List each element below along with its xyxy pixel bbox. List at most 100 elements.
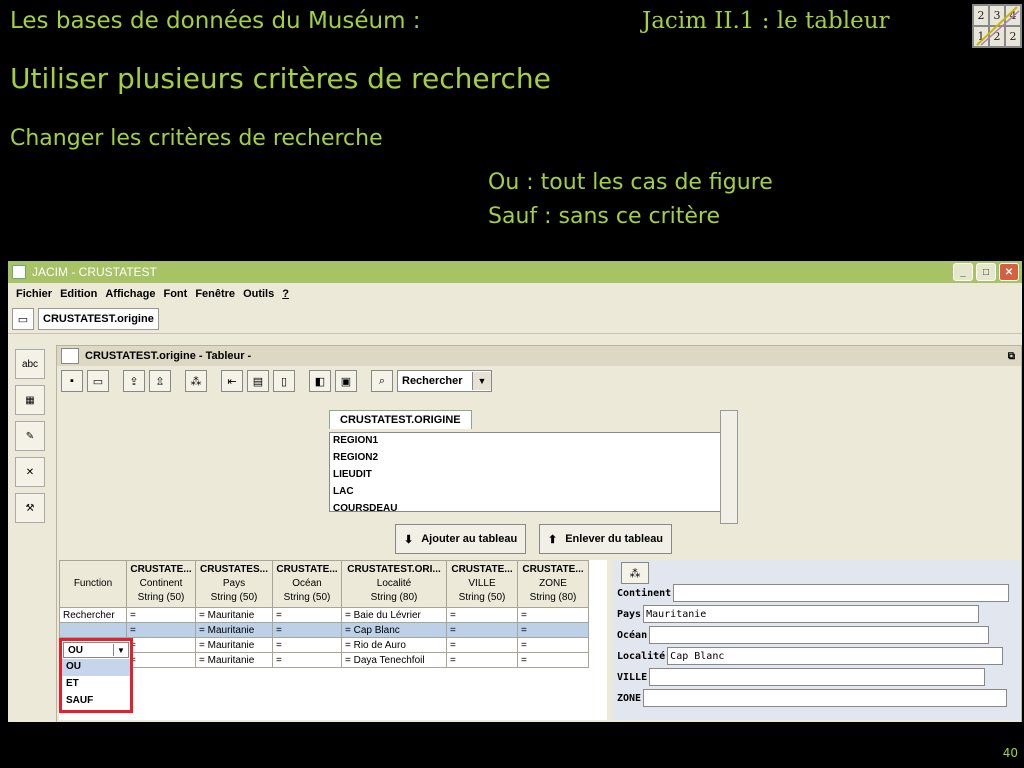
function-cell[interactable] (59, 622, 127, 638)
menu-edition[interactable]: Edition (60, 288, 97, 300)
ville-field[interactable] (649, 668, 986, 686)
arrow-down-icon: ⬇ (404, 533, 414, 546)
close-button[interactable]: ✕ (999, 263, 1019, 281)
column-header[interactable]: CRUSTATE... VILLE String (50) (446, 560, 518, 608)
search-mode-select[interactable]: Rechercher ▼ (397, 370, 492, 392)
zone-field[interactable] (643, 689, 1008, 707)
new-document-icon[interactable]: ▯ (273, 370, 295, 392)
table-row[interactable]: = = Mauritanie = = Daya Tenechfoil = = (59, 652, 589, 668)
abc-icon[interactable]: abc (15, 349, 45, 379)
column-header[interactable]: CRUSTATE... Océan String (50) (272, 560, 342, 608)
app-icon (12, 265, 26, 279)
menu-fenetre[interactable]: Fenêtre (195, 288, 235, 300)
window-titlebar[interactable]: JACIM - CRUSTATEST _ □ ✕ (8, 261, 1022, 283)
operator-dropdown[interactable]: OU ▼ OU ET SAUF (59, 638, 133, 713)
localite-field[interactable]: Cap Blanc (667, 647, 1004, 665)
chart-icon[interactable]: ◧ (309, 370, 331, 392)
form-label: VILLE (617, 671, 648, 683)
note-ou: Ou : tout les cas de figure (488, 170, 773, 195)
pays-field[interactable]: Mauritanie (643, 605, 980, 623)
export-icon[interactable]: ⇪ (123, 370, 145, 392)
tools-icon[interactable]: ✕ (15, 457, 45, 487)
table-cell[interactable]: = Rio de Auro (341, 637, 447, 653)
wrench-icon[interactable]: ⚒ (15, 493, 45, 523)
list-item[interactable]: COURSDEAU (330, 501, 720, 511)
table-cell[interactable]: = (446, 637, 518, 653)
tab-crustatest-origine[interactable]: CRUSTATEST.origine (38, 308, 159, 330)
table-cell[interactable]: = Cap Blanc (341, 622, 447, 638)
save-icon[interactable]: ▪ (61, 370, 83, 392)
table-icon[interactable]: ▦ (15, 385, 45, 415)
table-cell[interactable]: = Baie du Lévrier (341, 607, 447, 623)
table-cell[interactable]: = Mauritanie (195, 622, 273, 638)
table-cell[interactable]: = (126, 637, 196, 653)
chevron-down-icon[interactable]: ▼ (113, 644, 128, 656)
table-cell[interactable]: = (446, 607, 518, 623)
image-icon[interactable]: ▣ (335, 370, 357, 392)
import-icon[interactable]: ⇫ (149, 370, 171, 392)
option-sauf[interactable]: SAUF (62, 693, 130, 710)
list-item[interactable]: REGION1 (330, 433, 720, 450)
table-row[interactable]: = = Mauritanie = = Cap Blanc = = (59, 622, 589, 638)
search-mode-icon[interactable]: ⌕ (371, 370, 393, 392)
table-cell[interactable]: = (126, 607, 196, 623)
filter-icon[interactable]: ⁂ (621, 562, 649, 584)
menu-fichier[interactable]: Fichier (16, 288, 52, 300)
table-cell[interactable]: = (446, 652, 518, 668)
field-panel: CRUSTATEST.ORIGINE REGION1 REGION2 LIEUD… (329, 410, 738, 524)
note-sauf: Sauf : sans ce critère (488, 204, 721, 229)
list-item[interactable]: REGION2 (330, 450, 720, 467)
list-item[interactable]: LAC (330, 484, 720, 501)
table-cell[interactable]: = (272, 637, 342, 653)
filter-icon[interactable]: ⁂ (185, 370, 207, 392)
continent-field[interactable] (673, 584, 1010, 602)
table-row[interactable]: = = Mauritanie = = Rio de Auro = = (59, 637, 589, 653)
table-cell[interactable]: = (517, 637, 589, 653)
column-header[interactable]: CRUSTATE... Continent String (50) (126, 560, 196, 608)
tableur-titlebar[interactable]: CRUSTATEST.origine - Tableur - ⧉ (57, 346, 1021, 366)
table-cell[interactable]: = Mauritanie (195, 637, 273, 653)
table-cell[interactable]: = (272, 622, 342, 638)
table-cell[interactable]: = Mauritanie (195, 652, 273, 668)
table-cell[interactable]: = Mauritanie (195, 607, 273, 623)
search-mode-value: Rechercher (402, 375, 463, 387)
chevron-down-icon[interactable]: ▼ (472, 372, 491, 390)
add-to-table-label: Ajouter au tableau (421, 533, 518, 545)
folder-icon[interactable]: ▭ (12, 308, 34, 330)
operator-select[interactable]: OU ▼ (63, 642, 129, 658)
table-cell[interactable]: = (517, 622, 589, 638)
open-icon[interactable]: ▭ (87, 370, 109, 392)
restore-icon[interactable]: ⧉ (1008, 351, 1015, 362)
menu-help[interactable]: ? (282, 288, 289, 300)
option-et[interactable]: ET (62, 676, 130, 693)
edit-icon[interactable]: ✎ (15, 421, 45, 451)
menu-affichage[interactable]: Affichage (105, 288, 155, 300)
table-cell[interactable]: = (126, 622, 196, 638)
menu-outils[interactable]: Outils (243, 288, 274, 300)
list-item[interactable]: LIEUDIT (330, 467, 720, 484)
menu-font[interactable]: Font (163, 288, 187, 300)
layout-icon[interactable]: ▤ (247, 370, 269, 392)
function-cell[interactable]: Rechercher (59, 607, 127, 623)
maximize-button[interactable]: □ (976, 263, 996, 281)
table-cell[interactable]: = (517, 607, 589, 623)
table-cell[interactable]: = (272, 607, 342, 623)
add-to-table-button[interactable]: ⬇ Ajouter au tableau (395, 524, 527, 554)
remove-from-table-button[interactable]: ⬆ Enlever du tableau (539, 524, 673, 554)
minimize-button[interactable]: _ (953, 263, 973, 281)
column-header[interactable]: CRUSTATE... ZONE String (80) (517, 560, 589, 608)
table-cell[interactable]: = (126, 652, 196, 668)
insert-icon[interactable]: ⇤ (221, 370, 243, 392)
option-ou[interactable]: OU (62, 659, 130, 676)
record-form: ⁂ Continent Pays Mauritanie Océan Locali… (613, 560, 1021, 720)
table-cell[interactable]: = (446, 622, 518, 638)
column-header[interactable]: CRUSTATEST.ORI... Localité String (80) (341, 560, 447, 608)
column-header[interactable]: CRUSTATES... Pays String (50) (195, 560, 273, 608)
table-cell[interactable]: = (517, 652, 589, 668)
table-row[interactable]: Rechercher = = Mauritanie = = Baie du Lé… (59, 607, 589, 623)
ocean-field[interactable] (649, 626, 990, 644)
field-list-scrollbar[interactable] (720, 410, 738, 524)
tab-crustatest-origine-fields[interactable]: CRUSTATEST.ORIGINE (329, 410, 472, 429)
table-cell[interactable]: = (272, 652, 342, 668)
table-cell[interactable]: = Daya Tenechfoil (341, 652, 447, 668)
